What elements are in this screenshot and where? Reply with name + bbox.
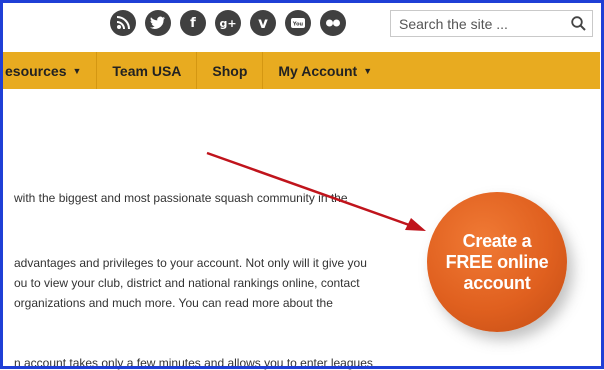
arrow-annotation-icon	[206, 151, 426, 231]
